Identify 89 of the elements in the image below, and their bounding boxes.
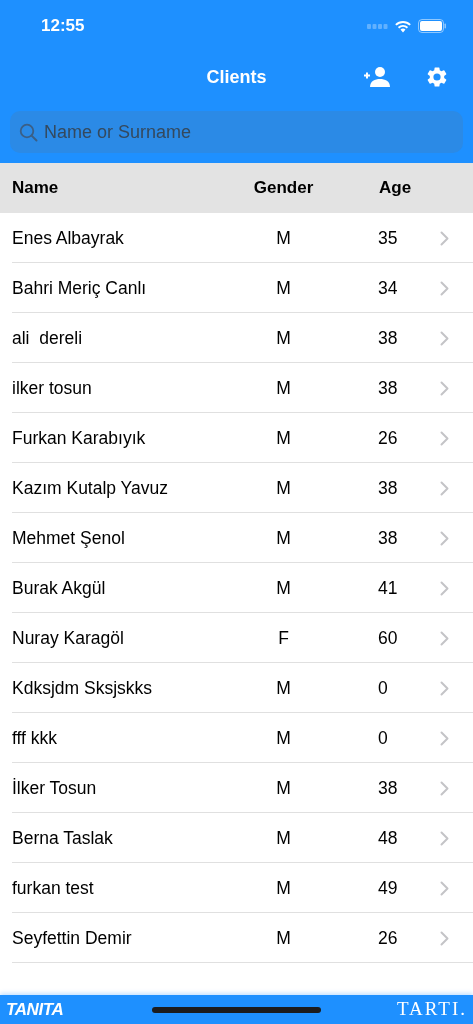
client-gender: M <box>275 876 292 900</box>
client-gender: M <box>275 376 292 400</box>
chevron-icon <box>440 830 449 846</box>
client-gender: F <box>277 626 290 650</box>
chevron-icon <box>440 580 449 596</box>
client-name: fff kkk <box>12 726 59 750</box>
client-row[interactable]: Enes Albayrak M 35 <box>0 213 473 263</box>
settings-icon[interactable] <box>425 65 449 89</box>
client-name: Nuray Karagöl <box>12 626 125 650</box>
client-name: furkan test <box>12 876 95 900</box>
chevron-icon <box>440 630 449 646</box>
client-row[interactable]: furkan test M 49 <box>0 863 473 913</box>
client-row[interactable]: Burak Akgül M 41 <box>0 563 473 613</box>
chevron-icon <box>440 530 449 546</box>
client-row[interactable]: ilker tosun M 38 <box>0 363 473 413</box>
client-row[interactable]: Bahri Meriç Canlı M 34 <box>0 263 473 313</box>
wifi-icon <box>394 19 412 33</box>
client-age: 26 <box>378 926 399 950</box>
client-gender: M <box>275 276 292 300</box>
client-name: ilker tosun <box>12 376 93 400</box>
client-age: 35 <box>378 226 399 250</box>
brand-logo: TARTI. <box>396 997 467 1022</box>
client-gender: M <box>275 726 292 750</box>
chevron-icon <box>440 730 449 746</box>
client-name: Bahri Meriç Canlı <box>12 276 148 300</box>
client-row[interactable]: İlker Tosun M 38 <box>0 763 473 813</box>
client-row[interactable]: Berna Taslak M 48 <box>0 813 473 863</box>
client-age: 38 <box>378 776 399 800</box>
brand-logo: TANITA <box>6 998 64 1021</box>
client-name: İlker Tosun <box>12 776 98 800</box>
client-age: 60 <box>378 626 399 650</box>
chevron-icon <box>440 280 449 296</box>
battery-icon <box>418 19 447 33</box>
column-header: Gender <box>252 177 315 200</box>
chevron-icon <box>440 880 449 896</box>
client-gender: M <box>275 826 292 850</box>
client-name: Berna Taslak <box>12 826 114 850</box>
client-gender: M <box>275 776 292 800</box>
client-row[interactable]: Mehmet Şenol M 38 <box>0 513 473 563</box>
search-icon <box>19 123 38 142</box>
client-name: Mehmet Şenol <box>12 526 126 550</box>
signal-icon <box>367 23 388 29</box>
status-time: 12:55 <box>41 15 85 38</box>
chevron-icon <box>440 780 449 796</box>
client-gender: M <box>275 476 292 500</box>
client-row[interactable]: ali dereli M 38 <box>0 313 473 363</box>
client-age: 49 <box>378 876 399 900</box>
screen-title: Clients <box>206 65 267 89</box>
search-field[interactable]: Name or Surname <box>10 111 463 153</box>
client-gender: M <box>275 526 292 550</box>
client-name: Kazım Kutalp Yavuz <box>12 476 169 500</box>
chevron-icon <box>440 380 449 396</box>
client-gender: M <box>275 576 292 600</box>
chevron-icon <box>440 230 449 246</box>
client-age: 48 <box>378 826 399 850</box>
client-age: 38 <box>378 376 399 400</box>
chevron-icon <box>440 680 449 696</box>
client-gender: M <box>275 926 292 950</box>
client-row[interactable]: Seyfettin Demir M 26 <box>0 913 473 963</box>
client-name: Seyfettin Demir <box>12 926 133 950</box>
column-header: Name <box>11 177 60 200</box>
chevron-icon <box>440 430 449 446</box>
chevron-icon <box>440 480 449 496</box>
client-gender: M <box>275 426 292 450</box>
client-name: ali dereli <box>12 326 84 350</box>
client-row[interactable]: Kdksjdm Sksjskks M 0 <box>0 663 473 713</box>
chevron-icon <box>440 330 449 346</box>
add-person-icon[interactable] <box>364 66 391 88</box>
client-age: 38 <box>378 526 399 550</box>
client-row[interactable]: fff kkk M 0 <box>0 713 473 763</box>
column-header: Age <box>379 177 412 200</box>
client-age: 38 <box>378 326 399 350</box>
client-name: Burak Akgül <box>12 576 107 600</box>
client-age: 0 <box>378 726 389 750</box>
client-name: Kdksjdm Sksjskks <box>12 676 154 700</box>
client-gender: M <box>275 676 292 700</box>
client-name: Furkan Karabıyık <box>12 426 147 450</box>
client-age: 26 <box>378 426 399 450</box>
client-name: Enes Albayrak <box>12 226 125 250</box>
client-gender: M <box>275 326 292 350</box>
client-age: 34 <box>378 276 399 300</box>
client-row[interactable]: Furkan Karabıyık M 26 <box>0 413 473 463</box>
client-age: 41 <box>378 576 399 600</box>
client-age: 38 <box>378 476 399 500</box>
client-row[interactable]: Nuray Karagöl F 60 <box>0 613 473 663</box>
chevron-icon <box>440 930 449 946</box>
client-gender: M <box>275 226 292 250</box>
client-row[interactable]: Kazım Kutalp Yavuz M 38 <box>0 463 473 513</box>
client-age: 0 <box>378 676 389 700</box>
